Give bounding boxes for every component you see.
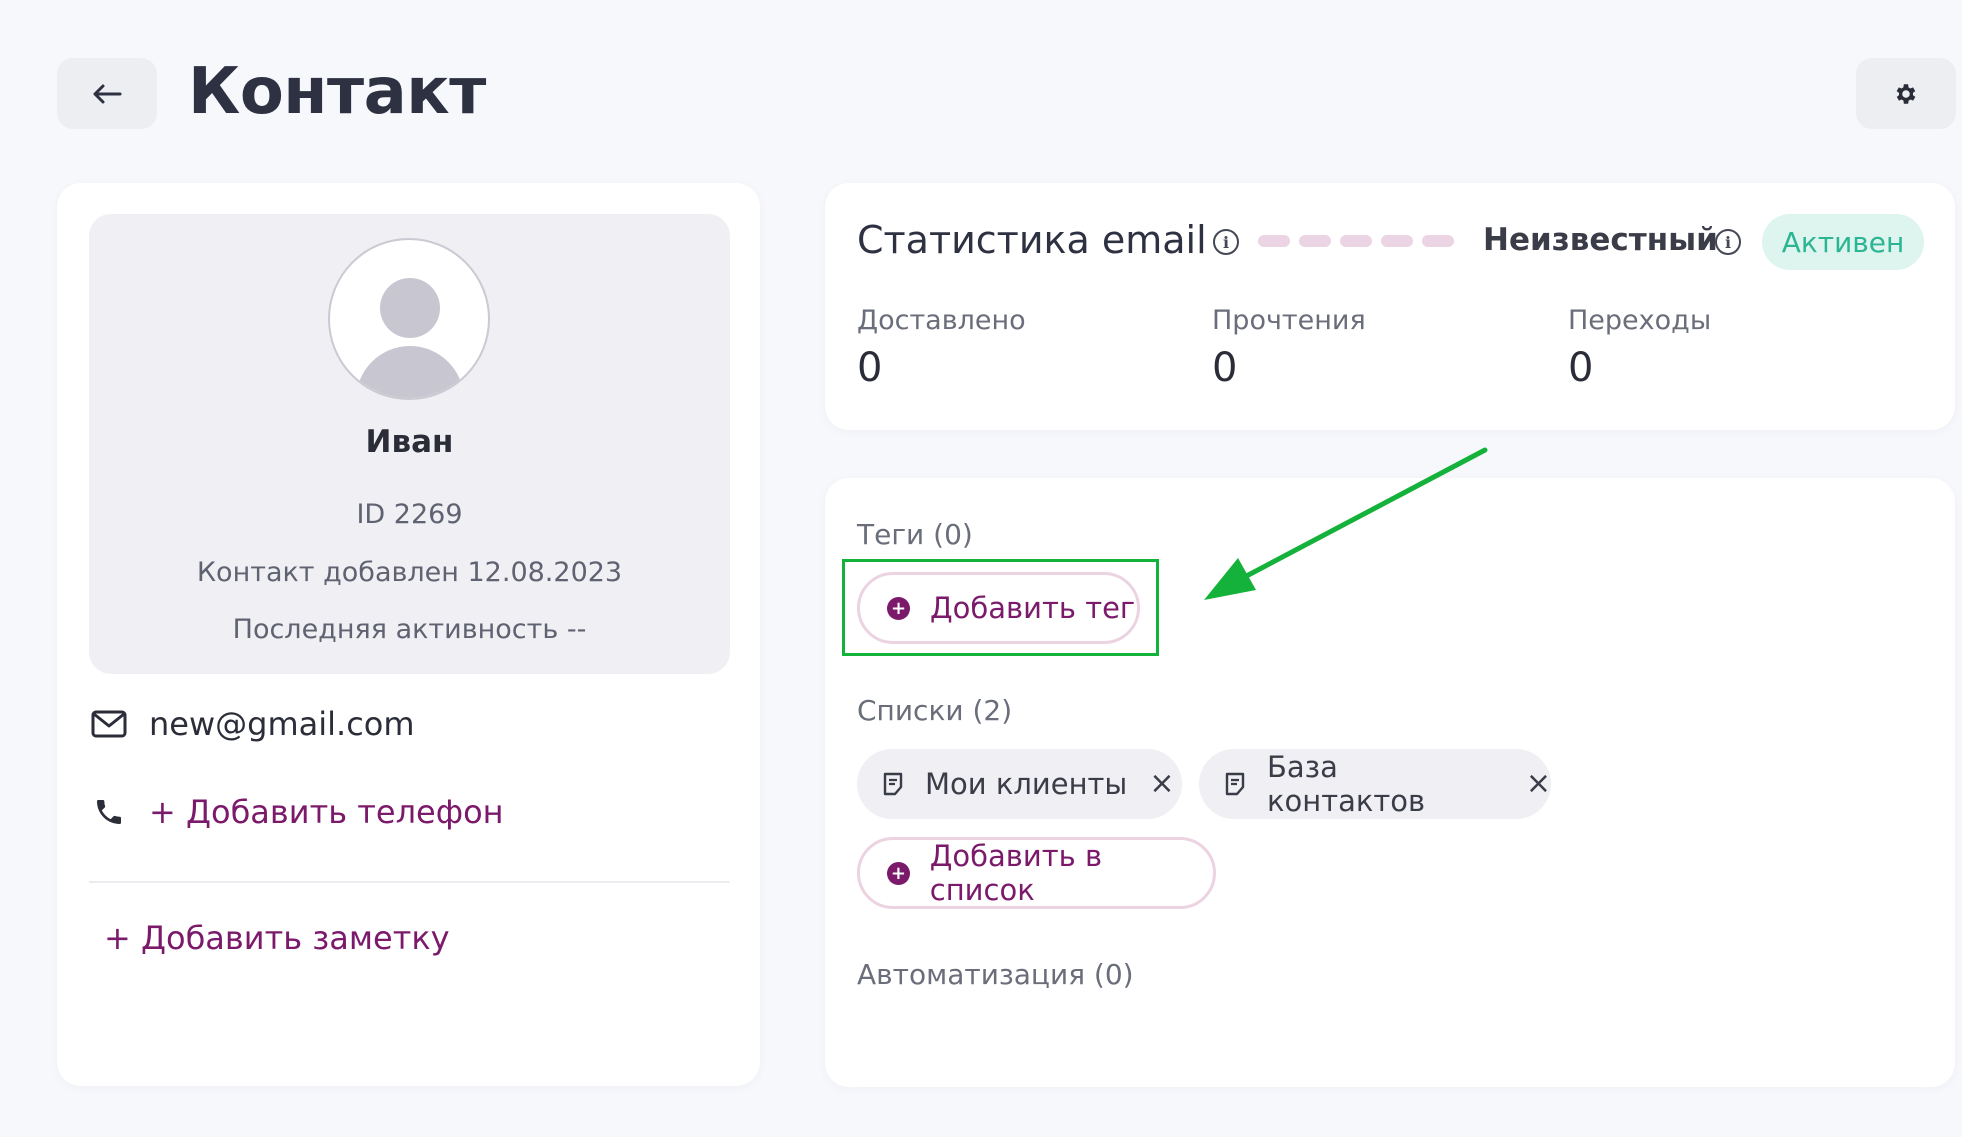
metric-value-opens: 0 [1212,345,1238,391]
rating-dot [1340,235,1372,247]
metric-label-opens: Прочтения [1212,305,1366,336]
avatar-body [356,346,464,398]
document-icon [1225,772,1245,796]
page-title: Контакт [188,55,486,129]
last-activity: Последняя активность -- [232,614,587,645]
divider [89,881,730,883]
list-chip: База контактов × [1199,749,1551,819]
gear-icon [1896,83,1916,104]
rating-dot [1299,235,1331,247]
rating-dot [1258,235,1290,247]
metric-value-clicks: 0 [1568,345,1594,391]
list-chip-label: База контактов [1267,750,1426,818]
document-icon [883,772,903,796]
stats-title: Статистика email [857,218,1207,262]
contact-id: ID 2269 [356,499,463,530]
metric-label-delivered: Доставлено [857,305,1026,336]
list-chip: Мои клиенты × [857,749,1182,819]
add-to-list-label: Добавить в список [929,839,1103,907]
info-icon[interactable]: i [1715,229,1741,255]
add-tag-label: Добавить тег [930,591,1136,625]
engagement-status: Неизвестный [1483,222,1718,258]
add-to-list-button[interactable]: + Добавить в список [857,837,1216,909]
status-badge: Активен [1762,214,1924,270]
info-icon[interactable]: i [1213,229,1239,255]
settings-button[interactable] [1856,58,1956,129]
rating-dots [1258,235,1454,247]
mail-icon [91,710,127,738]
rating-dot [1381,235,1413,247]
lists-label: Списки (2) [857,694,1013,727]
add-tag-button[interactable]: + Добавить тег [857,572,1140,644]
plus-circle-icon: + [887,596,910,620]
phone-icon [97,800,121,824]
close-icon[interactable]: × [1526,769,1551,799]
metric-value-delivered: 0 [857,345,883,391]
arrow-left-icon [93,84,122,103]
close-icon[interactable]: × [1149,769,1174,799]
back-button[interactable] [57,58,157,129]
contact-added-date: Контакт добавлен 12.08.2023 [196,557,623,588]
metric-label-clicks: Переходы [1568,305,1712,336]
plus-circle-icon: + [887,861,910,885]
add-note-link[interactable]: + Добавить заметку [104,919,450,957]
email-value: new@gmail.com [149,705,415,743]
avatar [328,238,490,400]
automation-label: Автоматизация (0) [857,958,1134,991]
rating-dot [1422,235,1454,247]
add-phone-link[interactable]: + Добавить телефон [149,793,504,831]
contact-name: Иван [365,424,454,460]
avatar-head [380,278,440,338]
tags-label: Теги (0) [857,518,973,551]
list-chip-label: Мои клиенты [925,767,1128,801]
pointer-arrow-icon [1204,447,1488,600]
